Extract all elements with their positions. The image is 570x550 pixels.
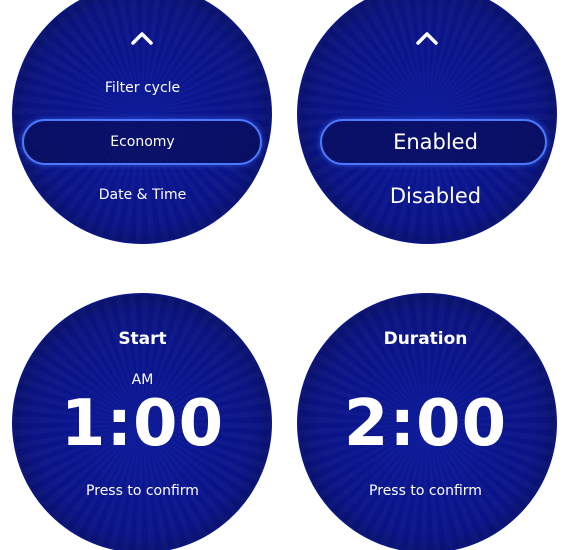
menu-item-date-time[interactable]: Date & Time: [0, 187, 285, 203]
duration-title: Duration: [383, 329, 468, 349]
menu-screen: Filter cycle Economy Date & Time: [0, 0, 285, 275]
start-screen: Start AM 1:00 Press to confirm: [0, 275, 285, 550]
economy-screen: Enabled Disabled: [285, 0, 570, 275]
chevron-up-icon[interactable]: [412, 28, 442, 48]
option-disabled[interactable]: Disabled: [293, 184, 570, 208]
menu-item-filter-cycle[interactable]: Filter cycle: [0, 80, 285, 96]
duration-time-value: 2:00: [343, 387, 508, 461]
confirm-hint: Press to confirm: [369, 483, 482, 499]
menu-item-economy[interactable]: Economy: [0, 134, 285, 150]
start-time-value: 1:00: [60, 387, 225, 461]
confirm-hint: Press to confirm: [86, 483, 199, 499]
start-title: Start: [118, 329, 167, 349]
chevron-up-icon[interactable]: [127, 28, 157, 48]
duration-screen: Duration 2:00 Press to confirm: [285, 275, 570, 550]
option-enabled[interactable]: Enabled: [293, 130, 570, 154]
chevron-down-icon[interactable]: [412, 244, 442, 264]
chevron-down-icon[interactable]: [127, 244, 157, 264]
am-pm-indicator: AM: [131, 372, 154, 388]
